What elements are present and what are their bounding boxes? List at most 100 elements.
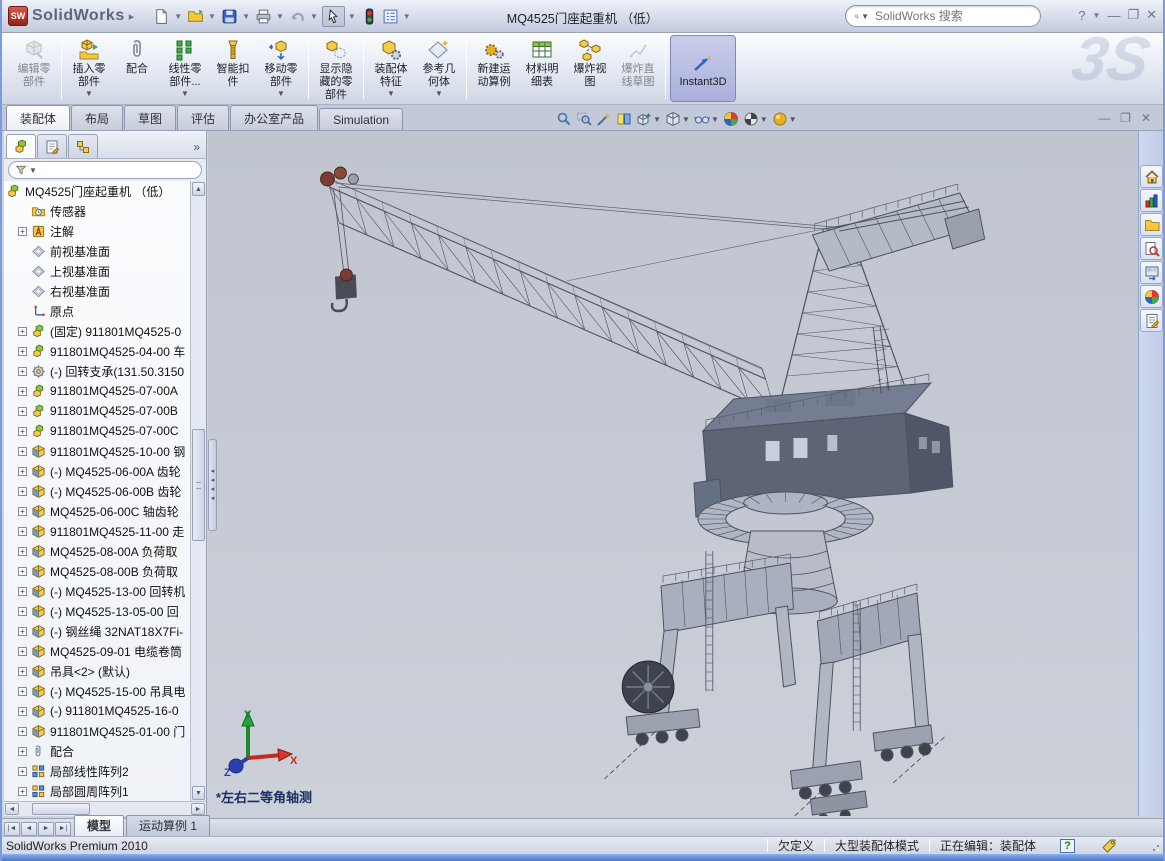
dropdown-arrow-icon[interactable]: ▼	[435, 90, 443, 98]
tree-item[interactable]: +MQ4525-09-01 电缆卷筒	[4, 641, 190, 661]
dropdown-arrow-icon[interactable]: ▼	[789, 115, 797, 124]
ribbon-button-bom[interactable]: 材料明细表	[519, 35, 565, 102]
search-box[interactable]: ▼	[845, 5, 1041, 27]
expand-toggle[interactable]: +	[18, 227, 27, 236]
maximize-button[interactable]: ❐	[1127, 7, 1139, 23]
new-document-button[interactable]	[152, 6, 171, 27]
expand-toggle[interactable]: +	[18, 587, 27, 596]
tree-item[interactable]: +MQ4525-08-00A 负荷取	[4, 541, 190, 561]
print-dropdown-arrow[interactable]: ▼	[276, 12, 284, 21]
scroll-thumb[interactable]	[192, 429, 205, 541]
close-button[interactable]: ✕	[1146, 7, 1157, 23]
ribbon-button-ref-geometry[interactable]: 参考几何体▼	[416, 35, 462, 102]
dropdown-arrow-icon[interactable]: ▼	[760, 115, 768, 124]
ribbon-button-linear-pattern[interactable]: 线性零部件...▼	[162, 35, 208, 102]
section-view-button[interactable]	[614, 110, 634, 128]
tree-item[interactable]: +(-) MQ4525-13-05-00 回	[4, 601, 190, 621]
doc-minimize-button[interactable]: —	[1098, 111, 1110, 125]
tree-item[interactable]: +(-) 911801MQ4525-16-0	[4, 701, 190, 721]
tree-item[interactable]: +(-) 回转支承(131.50.3150	[4, 361, 190, 381]
help-dropdown-arrow[interactable]: ▼	[1093, 11, 1101, 20]
tree-item[interactable]: +配合	[4, 741, 190, 761]
tree-vertical-scrollbar[interactable]: ▲ ▼	[190, 181, 206, 801]
print-button[interactable]	[254, 6, 273, 27]
custom-properties-button[interactable]	[1140, 309, 1163, 332]
tab-configuration-manager[interactable]	[68, 134, 98, 158]
expand-toggle[interactable]: +	[18, 747, 27, 756]
save-dropdown-arrow[interactable]: ▼	[242, 12, 250, 21]
rebuild-traffic-light-icon[interactable]	[360, 6, 379, 27]
document-tab-model[interactable]: 模型	[74, 815, 124, 836]
ribbon-button-move-comp[interactable]: 移动零部件▼	[258, 35, 304, 102]
command-tab-装配体[interactable]: 装配体	[6, 105, 70, 130]
zoom-to-area-button[interactable]	[574, 110, 594, 128]
tab-nav-first-button[interactable]: |◄	[4, 822, 20, 836]
tree-item[interactable]: +(固定) 911801MQ4525-0	[4, 321, 190, 341]
tree-item[interactable]: +(-) MQ4525-06-00B 齿轮	[4, 481, 190, 501]
ribbon-button-show-hidden[interactable]: 显示隐藏的零部件	[313, 35, 359, 102]
scroll-left-arrow[interactable]: ◄	[5, 803, 19, 815]
expand-toggle[interactable]: +	[18, 647, 27, 656]
ribbon-button-insert-comp[interactable]: 插入零部件▼	[66, 35, 112, 102]
panel-flyout-button[interactable]: »	[193, 140, 204, 158]
tree-item[interactable]: 传感器	[4, 201, 190, 221]
expand-toggle[interactable]: +	[18, 707, 27, 716]
tab-feature-manager[interactable]	[6, 134, 36, 158]
tag-icon[interactable]	[1101, 838, 1117, 854]
expand-toggle[interactable]: +	[18, 367, 27, 376]
edit-appearance-button[interactable]	[721, 110, 741, 128]
panel-splitter-handle[interactable]: ◂◂◂◂	[208, 439, 217, 531]
search-results-button[interactable]	[1140, 237, 1163, 260]
scroll-right-arrow[interactable]: ►	[191, 803, 205, 815]
help-button[interactable]: ?	[1078, 8, 1085, 23]
open-button[interactable]	[186, 6, 205, 27]
tab-nav-next-button[interactable]: ►	[38, 822, 54, 836]
filter-dropdown-arrow[interactable]: ▼	[29, 166, 37, 175]
expand-toggle[interactable]: +	[18, 327, 27, 336]
options-dropdown-arrow[interactable]: ▼	[403, 12, 411, 21]
tree-item[interactable]: +(-) 钢丝绳 32NAT18X7Fi-	[4, 621, 190, 641]
ribbon-button-smart-fastener[interactable]: 智能扣件	[210, 35, 256, 102]
scroll-up-arrow[interactable]: ▲	[192, 182, 205, 196]
tree-item[interactable]: +911801MQ4525-07-00C	[4, 421, 190, 441]
view-settings-button[interactable]: ▼	[770, 110, 799, 128]
file-explorer-button[interactable]	[1140, 213, 1163, 236]
tree-item[interactable]: 右视基准面	[4, 281, 190, 301]
open-dropdown-arrow[interactable]: ▼	[208, 12, 216, 21]
tree-item[interactable]: +注解	[4, 221, 190, 241]
expand-toggle[interactable]: +	[18, 347, 27, 356]
tab-nav-prev-button[interactable]: ◄	[21, 822, 37, 836]
scroll-down-arrow[interactable]: ▼	[192, 786, 205, 800]
design-library-button[interactable]	[1140, 189, 1163, 212]
dropdown-arrow-icon[interactable]: ▼	[387, 90, 395, 98]
tree-item[interactable]: +(-) MQ4525-15-00 吊具电	[4, 681, 190, 701]
save-button[interactable]	[220, 6, 239, 27]
tree-item[interactable]: +911801MQ4525-07-00B	[4, 401, 190, 421]
expand-toggle[interactable]: +	[18, 547, 27, 556]
minimize-button[interactable]: —	[1107, 8, 1120, 23]
options-button[interactable]	[381, 6, 400, 27]
tree-item[interactable]: +吊具<2> (默认)	[4, 661, 190, 681]
display-style-button[interactable]: ▼	[663, 110, 692, 128]
command-tab-草图[interactable]: 草图	[124, 105, 176, 130]
tab-nav-last-button[interactable]: ►|	[55, 822, 71, 836]
solidworks-resources-button[interactable]	[1140, 165, 1163, 188]
expand-toggle[interactable]: +	[18, 767, 27, 776]
apply-scene-button[interactable]: ▼	[741, 110, 770, 128]
expand-toggle[interactable]: +	[18, 387, 27, 396]
tree-horizontal-scrollbar[interactable]: ◄ ►	[4, 801, 206, 816]
search-input[interactable]	[873, 8, 1032, 24]
expand-toggle[interactable]: +	[18, 467, 27, 476]
expand-toggle[interactable]: +	[18, 527, 27, 536]
quick-tips-help-icon[interactable]: ?	[1060, 839, 1075, 853]
tree-item[interactable]: +911801MQ4525-07-00A	[4, 381, 190, 401]
command-tab-Simulation[interactable]: Simulation	[319, 108, 403, 130]
ribbon-button-exploded-view[interactable]: 爆炸视图	[567, 35, 613, 102]
expand-toggle[interactable]: +	[18, 607, 27, 616]
expand-toggle[interactable]: +	[18, 627, 27, 636]
tree-item[interactable]: +局部圆周阵列1	[4, 781, 190, 801]
tree-item[interactable]: +911801MQ4525-01-00 门	[4, 721, 190, 741]
tree-item[interactable]: +911801MQ4525-11-00 走	[4, 521, 190, 541]
tree-item[interactable]: +911801MQ4525-04-00 车	[4, 341, 190, 361]
expand-toggle[interactable]: +	[18, 687, 27, 696]
